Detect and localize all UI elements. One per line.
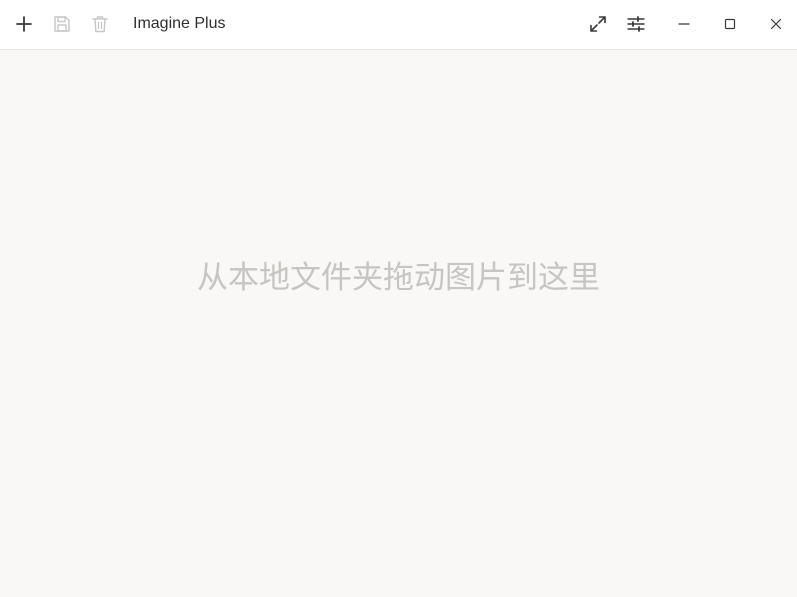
adjust-button[interactable] [622,10,650,38]
drop-hint-text: 从本地文件夹拖动图片到这里 [197,260,600,296]
app-title: Imagine Plus [133,15,226,32]
plus-icon [15,15,33,33]
new-button[interactable] [10,10,38,38]
sliders-icon [626,14,646,34]
image-drop-area[interactable]: 从本地文件夹拖动图片到这里 [0,50,797,597]
close-button[interactable] [762,10,790,38]
minimize-button[interactable] [670,10,698,38]
fullscreen-button[interactable] [584,10,612,38]
save-icon [52,14,72,34]
save-button[interactable] [48,10,76,38]
delete-button[interactable] [86,10,114,38]
trash-icon [90,14,110,34]
close-icon [769,17,783,31]
minimize-icon [677,17,691,31]
maximize-icon [723,17,737,31]
title-bar[interactable]: Imagine Plus [0,0,797,50]
maximize-button[interactable] [716,10,744,38]
expand-icon [588,14,608,34]
